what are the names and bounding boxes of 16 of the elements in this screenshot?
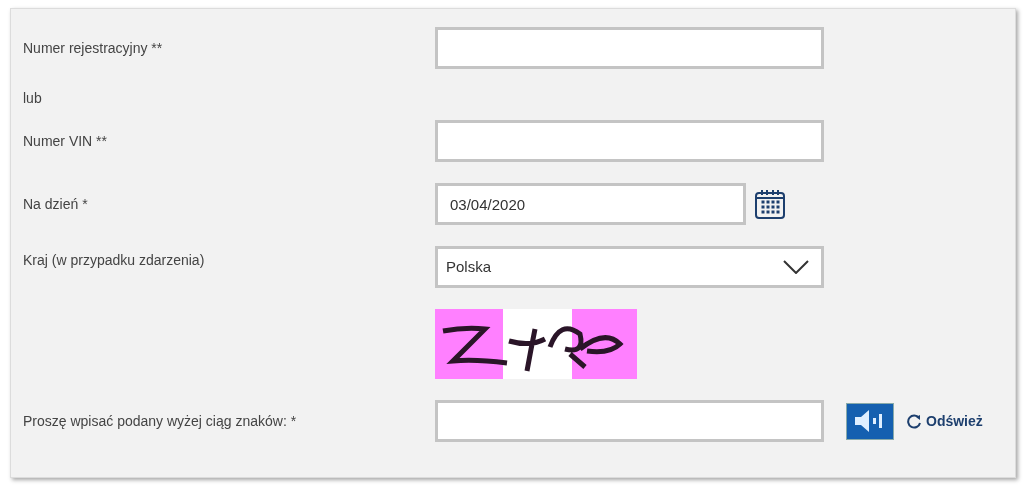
text-field[interactable]: [435, 120, 824, 162]
calendar-icon[interactable]: [754, 188, 786, 220]
field-label: Na dzień *: [23, 195, 88, 212]
refresh-icon: [906, 413, 922, 429]
date-field[interactable]: 03/04/2020: [435, 183, 746, 225]
field-label: Kraj (w przypadku zdarzenia): [23, 252, 205, 268]
field-label: lub: [23, 89, 42, 106]
text-field[interactable]: [435, 27, 824, 69]
chevron-down-icon: [783, 260, 809, 274]
captcha-field[interactable]: [435, 400, 824, 442]
refresh-link[interactable]: Odśwież: [906, 410, 983, 432]
field-label: Numer rejestracyjny **: [23, 39, 163, 56]
country-select[interactable]: Polska: [435, 246, 824, 288]
field-label: Numer VIN **: [23, 132, 108, 149]
audio-button[interactable]: [846, 402, 894, 440]
field-label: Proszę wpisać podany wyżej ciąg znaków: *: [23, 412, 297, 429]
